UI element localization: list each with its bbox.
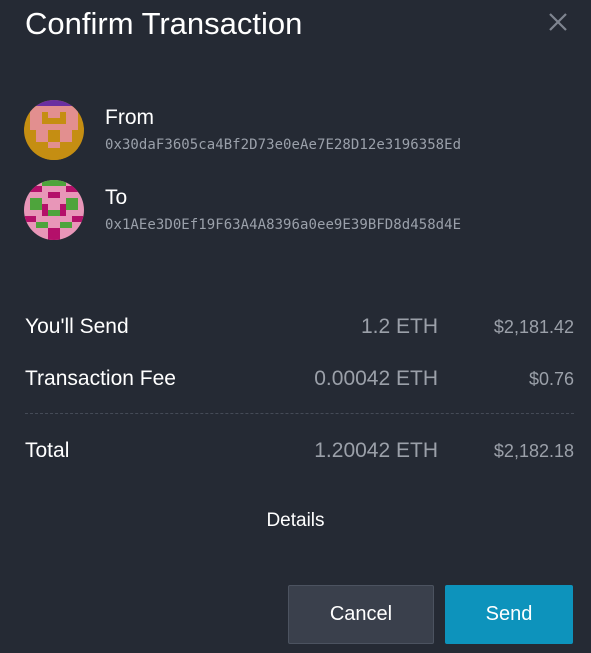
to-label: To — [105, 186, 128, 209]
dialog-title: Confirm Transaction — [25, 6, 303, 41]
fee-usd: $0.76 — [528, 369, 574, 389]
details-link[interactable]: Details — [0, 508, 591, 534]
send-label: You'll Send — [25, 315, 129, 338]
fee-amount: 0.00042 ETH — [314, 367, 438, 390]
fee-label: Transaction Fee — [25, 367, 176, 390]
to-identicon-avatar — [24, 180, 84, 240]
total-row: Total 1.20042 ETH $2,182.18 — [25, 436, 574, 466]
total-label: Total — [25, 439, 70, 462]
summary-divider — [25, 413, 574, 414]
send-row: You'll Send 1.2 ETH $2,181.42 — [25, 312, 574, 342]
send-usd: $2,181.42 — [493, 317, 574, 337]
fee-row: Transaction Fee 0.00042 ETH $0.76 — [25, 364, 574, 394]
total-usd: $2,182.18 — [493, 441, 574, 461]
send-button[interactable]: Send — [445, 585, 573, 644]
cancel-button[interactable]: Cancel — [288, 585, 434, 644]
to-address: 0x1AEe3D0Ef19F63A4A8396a0ee9E39BFD8d458d… — [105, 217, 462, 233]
from-address: 0x30daF3605ca4Bf2D73e0eAe7E28D12e3196358… — [105, 137, 462, 153]
from-identicon-avatar — [24, 100, 84, 160]
total-amount: 1.20042 ETH — [314, 439, 438, 462]
from-label: From — [105, 106, 154, 129]
send-amount: 1.2 ETH — [360, 315, 438, 338]
close-icon[interactable] — [546, 10, 570, 34]
